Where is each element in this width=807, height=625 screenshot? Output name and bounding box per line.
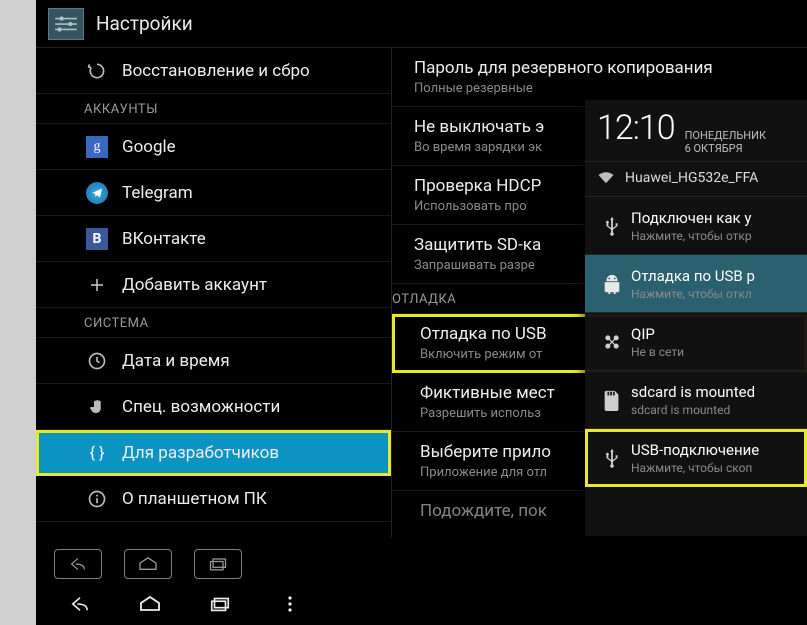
sidebar-item-telegram[interactable]: Telegram [36, 170, 391, 216]
settings-icon [48, 8, 84, 40]
info-icon [84, 486, 110, 512]
android-icon [593, 273, 631, 295]
nav-home-button[interactable] [128, 590, 172, 618]
navbar-outline [54, 549, 242, 579]
vk-icon: B [84, 226, 110, 252]
section-accounts: АККАУНТЫ [36, 94, 391, 124]
notification-qip[interactable]: QIP Не в сети [585, 313, 807, 371]
qip-icon [593, 332, 631, 352]
sidebar-item-google[interactable]: g Google [36, 124, 391, 170]
usb-icon [593, 215, 631, 237]
settings-header: Настройки [36, 0, 807, 48]
page-title: Настройки [96, 12, 193, 35]
sidebar-item-date-time[interactable]: Дата и время [36, 338, 391, 384]
nav-recent-button[interactable] [198, 590, 242, 618]
clock-time: 12:10 [597, 108, 675, 148]
option-backup-password[interactable]: Пароль для резервного копирования Полные… [392, 48, 807, 107]
sd-icon [593, 389, 631, 411]
notification-usb-debugging[interactable]: Отладка по USB р Нажмите, чтобы откл [585, 255, 807, 313]
nav-recent-outline[interactable] [194, 549, 242, 579]
section-system: СИСТЕМА [36, 308, 391, 338]
nav-back-button[interactable] [58, 590, 102, 618]
notification-usb-connection[interactable]: USB-подключение Нажмите, чтобы скоп [585, 429, 807, 487]
google-icon: g [84, 134, 110, 160]
nav-menu-button[interactable] [268, 590, 312, 618]
sidebar-item-accessibility[interactable]: Спец. возможности [36, 384, 391, 430]
notification-sdcard[interactable]: sdcard is mounted sdcard is mounted [585, 371, 807, 429]
usb-icon [593, 447, 631, 469]
settings-sidebar: Восстановление и сбро АККАУНТЫ g Google … [36, 48, 392, 537]
notification-clock-row[interactable]: 12:10 ПОНЕДЕЛЬНИК 6 ОКТЯБРЯ [585, 100, 807, 162]
telegram-icon [84, 180, 110, 206]
notification-usb-connected[interactable]: Подключен как у Нажмите, чтобы откр [585, 197, 807, 255]
notification-wifi[interactable]: Huawei_HG532e_FFA [585, 162, 807, 197]
wifi-icon [597, 171, 615, 185]
clock-date: ПОНЕДЕЛЬНИК 6 ОКТЯБРЯ [685, 129, 767, 155]
nav-home-outline[interactable] [124, 549, 172, 579]
restore-icon [84, 58, 110, 84]
plus-icon [84, 272, 110, 298]
braces-icon: { } [84, 440, 110, 466]
notification-panel: 12:10 ПОНЕДЕЛЬНИК 6 ОКТЯБРЯ Huawei_HG532… [585, 100, 807, 536]
sidebar-item-about-tablet[interactable]: О планшетном ПК [36, 476, 391, 522]
nav-back-outline[interactable] [54, 549, 102, 579]
clock-icon [84, 348, 110, 374]
navbar [36, 583, 807, 625]
sidebar-item-add-account[interactable]: Добавить аккаунт [36, 262, 391, 308]
sidebar-item-backup-reset[interactable]: Восстановление и сбро [36, 48, 391, 94]
sidebar-item-developer-options[interactable]: { } Для разработчиков [36, 430, 391, 476]
hand-icon [84, 394, 110, 420]
sidebar-item-vkontakte[interactable]: B ВКонтакте [36, 216, 391, 262]
